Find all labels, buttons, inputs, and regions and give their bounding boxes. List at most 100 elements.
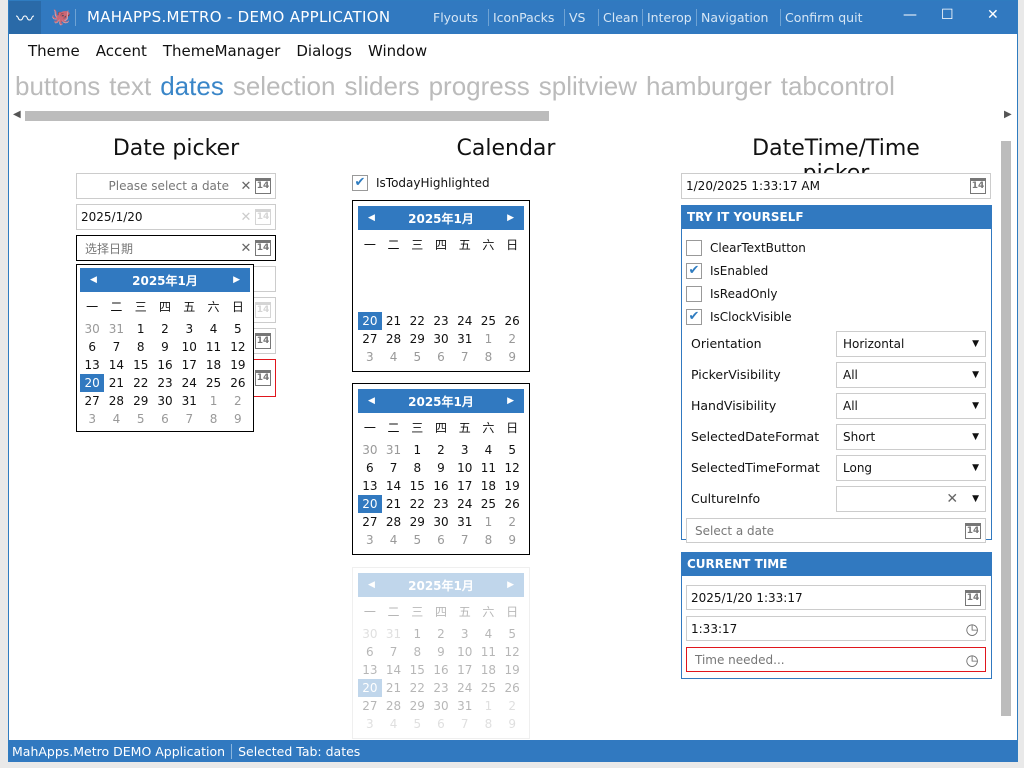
- vertical-scrollbar[interactable]: [1001, 141, 1011, 716]
- title-command[interactable]: Confirm quit: [785, 10, 862, 25]
- github-icon[interactable]: 🐙: [51, 7, 71, 26]
- day-cell[interactable]: 9: [429, 643, 453, 661]
- day-cell[interactable]: 19: [226, 356, 250, 374]
- checkbox-checked-icon[interactable]: ✔: [686, 308, 702, 325]
- close-button[interactable]: ✕: [987, 7, 999, 23]
- day-cell[interactable]: 5: [129, 410, 153, 428]
- day-cell[interactable]: 25: [201, 374, 225, 392]
- day-cell[interactable]: 1: [477, 513, 501, 531]
- current-time-input[interactable]: 1:33:17 ◷: [686, 616, 986, 641]
- checkbox-IsClockVisible[interactable]: ✔ IsClockVisible: [682, 305, 991, 328]
- day-cell[interactable]: 30: [80, 320, 104, 338]
- day-cell[interactable]: 15: [129, 356, 153, 374]
- day-cell[interactable]: 14: [104, 356, 128, 374]
- day-cell[interactable]: 3: [177, 320, 201, 338]
- day-cell[interactable]: 9: [429, 459, 453, 477]
- date-picker-1[interactable]: Please select a date ✕ 14: [76, 173, 276, 199]
- day-cell[interactable]: 14: [382, 477, 406, 495]
- title-command[interactable]: Navigation: [701, 10, 768, 25]
- day-cell[interactable]: 30: [358, 441, 382, 459]
- calendar-icon[interactable]: 14: [255, 240, 271, 256]
- day-cell[interactable]: 10: [453, 459, 477, 477]
- day-cell[interactable]: 13: [358, 477, 382, 495]
- datetime-picker[interactable]: 1/20/2025 1:33:17 AM 14: [681, 173, 991, 199]
- day-cell[interactable]: 17: [453, 661, 477, 679]
- day-cell[interactable]: 6: [429, 715, 453, 733]
- next-month-icon[interactable]: ▶: [507, 580, 514, 590]
- day-cell[interactable]: 22: [405, 312, 429, 330]
- day-cell[interactable]: 8: [405, 643, 429, 661]
- day-cell[interactable]: 30: [429, 513, 453, 531]
- day-cell[interactable]: 14: [382, 661, 406, 679]
- day-cell[interactable]: 30: [429, 697, 453, 715]
- day-cell[interactable]: 6: [358, 643, 382, 661]
- day-cell[interactable]: 31: [453, 513, 477, 531]
- day-cell[interactable]: 13: [358, 661, 382, 679]
- checkbox-ClearTextButton[interactable]: ClearTextButton: [682, 236, 991, 259]
- clock-icon[interactable]: ◷: [963, 620, 981, 638]
- day-cell[interactable]: 29: [405, 697, 429, 715]
- checkbox-IsEnabled[interactable]: ✔ IsEnabled: [682, 259, 991, 282]
- day-cell[interactable]: 8: [129, 338, 153, 356]
- day-cell[interactable]: 8: [477, 715, 501, 733]
- day-cell[interactable]: 17: [177, 356, 201, 374]
- day-cell[interactable]: 6: [153, 410, 177, 428]
- day-cell[interactable]: 2: [429, 441, 453, 459]
- day-cell[interactable]: 21: [104, 374, 128, 392]
- HandVisibility-select[interactable]: All ▼: [836, 392, 986, 419]
- day-cell[interactable]: 4: [382, 715, 406, 733]
- day-cell[interactable]: 26: [226, 374, 250, 392]
- day-cell[interactable]: 2: [429, 625, 453, 643]
- day-cell[interactable]: 13: [80, 356, 104, 374]
- day-cell[interactable]: 4: [477, 625, 501, 643]
- day-cell[interactable]: 17: [453, 477, 477, 495]
- checkbox-unchecked-icon[interactable]: [686, 239, 702, 256]
- day-cell[interactable]: 5: [405, 348, 429, 366]
- day-cell[interactable]: 6: [358, 459, 382, 477]
- checkbox-checked-icon[interactable]: ✔: [352, 174, 368, 191]
- month-title[interactable]: 2025年1月: [408, 577, 474, 594]
- day-cell[interactable]: 31: [104, 320, 128, 338]
- day-cell[interactable]: 22: [405, 495, 429, 513]
- day-cell[interactable]: 10: [453, 643, 477, 661]
- day-cell[interactable]: 25: [477, 679, 501, 697]
- tab-splitview[interactable]: splitview: [539, 71, 637, 102]
- day-cell[interactable]: 7: [382, 459, 406, 477]
- checkbox-checked-icon[interactable]: ✔: [686, 262, 702, 279]
- day-cell[interactable]: 9: [500, 531, 524, 549]
- checkbox-unchecked-icon[interactable]: [686, 285, 702, 302]
- tab-buttons[interactable]: buttons: [15, 71, 100, 102]
- day-cell[interactable]: 22: [129, 374, 153, 392]
- calendar-icon[interactable]: 14: [965, 522, 981, 539]
- day-cell[interactable]: 7: [104, 338, 128, 356]
- day-cell[interactable]: 9: [500, 715, 524, 733]
- SelectedDateFormat-select[interactable]: Short ▼: [836, 423, 986, 450]
- day-cell[interactable]: 24: [177, 374, 201, 392]
- title-command[interactable]: IconPacks: [493, 10, 554, 25]
- day-cell[interactable]: 21: [382, 679, 406, 697]
- day-cell[interactable]: 20: [80, 374, 105, 392]
- CultureInfo-select[interactable]: ✕ ▼: [836, 485, 986, 512]
- day-cell[interactable]: 26: [500, 679, 524, 697]
- day-cell[interactable]: 1: [405, 625, 429, 643]
- prev-month-icon[interactable]: ◀: [368, 396, 375, 406]
- day-cell[interactable]: 12: [500, 643, 524, 661]
- day-cell[interactable]: 31: [177, 392, 201, 410]
- day-cell[interactable]: 15: [405, 661, 429, 679]
- next-month-icon[interactable]: ▶: [233, 275, 240, 285]
- day-cell[interactable]: 7: [453, 348, 477, 366]
- calendar-icon[interactable]: 14: [965, 589, 981, 606]
- prev-month-icon[interactable]: ◀: [90, 275, 97, 285]
- day-cell[interactable]: 20: [358, 679, 382, 697]
- day-cell[interactable]: 23: [429, 495, 453, 513]
- day-cell[interactable]: 31: [382, 441, 406, 459]
- day-cell[interactable]: 27: [80, 392, 104, 410]
- scroll-right-icon[interactable]: ▶: [1004, 109, 1012, 120]
- day-cell[interactable]: 8: [405, 459, 429, 477]
- day-cell[interactable]: 27: [358, 330, 382, 348]
- day-cell[interactable]: 6: [80, 338, 104, 356]
- scroll-left-icon[interactable]: ◀: [13, 109, 21, 120]
- day-cell[interactable]: 30: [358, 625, 382, 643]
- day-cell[interactable]: 21: [382, 312, 406, 330]
- Orientation-select[interactable]: Horizontal ▼: [836, 330, 986, 357]
